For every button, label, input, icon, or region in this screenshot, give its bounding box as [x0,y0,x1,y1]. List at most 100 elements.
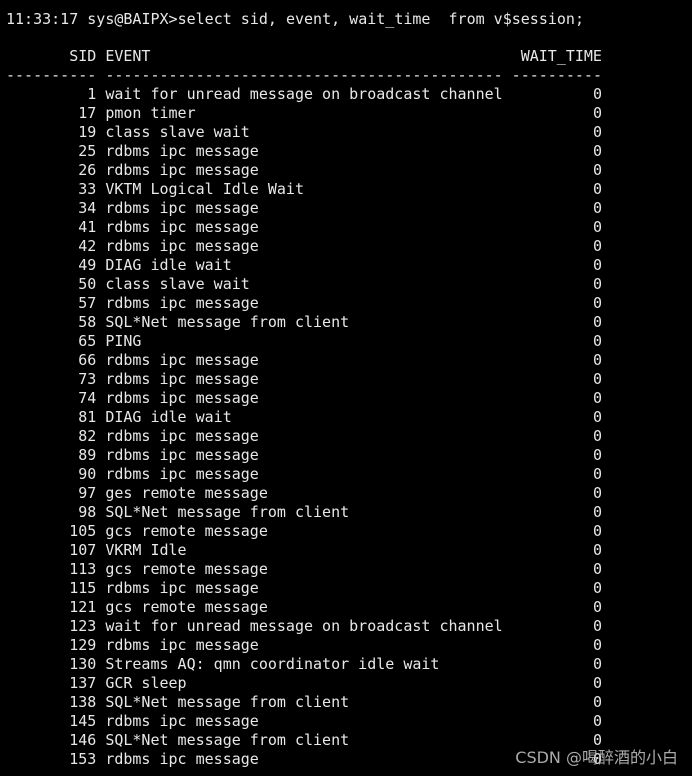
cell-wait-time: 0 [592,180,602,198]
cell-sid: 97 [78,484,97,502]
table-row: 89 rdbms ipc message 0 [6,446,602,465]
table-row: 105 gcs remote message 0 [6,522,602,541]
separator-event: ----------------------------------------… [105,66,503,84]
cell-sid: 33 [78,180,97,198]
table-row: 34 rdbms ipc message 0 [6,199,602,218]
table-row: 153 rdbms ipc message 0 [6,750,602,769]
cell-sid: 65 [78,332,97,350]
table-row: 145 rdbms ipc message 0 [6,712,602,731]
table-row: 121 gcs remote message 0 [6,598,602,617]
cell-wait-time: 0 [592,693,602,711]
cell-event: SQL*Net message from client [105,503,350,521]
table-row: 146 SQL*Net message from client 0 [6,731,602,750]
column-headers: SID EVENT WAIT_TIME [6,47,602,66]
cell-event: ges remote message [105,484,268,502]
cell-sid: 58 [78,313,97,331]
cell-sid: 42 [78,237,97,255]
cell-sid: 138 [69,693,97,711]
cell-event: gcs remote message [105,560,268,578]
cell-wait-time: 0 [592,541,602,559]
cell-event: rdbms ipc message [105,199,259,217]
cell-wait-time: 0 [592,560,602,578]
cell-event: rdbms ipc message [105,161,259,179]
cell-wait-time: 0 [592,199,602,217]
cell-sid: 107 [69,541,97,559]
cell-event: rdbms ipc message [105,446,259,464]
cell-sid: 1 [87,85,97,103]
cell-wait-time: 0 [592,465,602,483]
cell-sid: 81 [78,408,97,426]
cell-sid: 121 [69,598,97,616]
cell-event: rdbms ipc message [105,218,259,236]
cell-sid: 105 [69,522,97,540]
cell-wait-time: 0 [592,579,602,597]
cell-wait-time: 0 [592,275,602,293]
cell-sid: 123 [69,617,97,635]
cell-event: DIAG idle wait [105,408,232,426]
cell-event: rdbms ipc message [105,142,259,160]
table-row: 57 rdbms ipc message 0 [6,294,602,313]
watermark: CSDN @喝醉酒的小白 [515,748,678,767]
cell-wait-time: 0 [592,389,602,407]
table-row: 19 class slave wait 0 [6,123,602,142]
cell-wait-time: 0 [592,142,602,160]
cell-event: rdbms ipc message [105,712,259,730]
header-event: EVENT [105,47,151,65]
table-row: 74 rdbms ipc message 0 [6,389,602,408]
cell-event: rdbms ipc message [105,465,259,483]
cell-sid: 34 [78,199,97,217]
cell-sid: 74 [78,389,97,407]
cell-sid: 19 [78,123,97,141]
cell-wait-time: 0 [592,655,602,673]
table-row: 17 pmon timer 0 [6,104,602,123]
cell-wait-time: 0 [592,522,602,540]
cell-event: rdbms ipc message [105,370,259,388]
cell-sid: 137 [69,674,97,692]
command-line: 11:33:17 sys@BAIPX>select sid, event, wa… [6,10,584,28]
cell-sid: 66 [78,351,97,369]
cell-sid: 57 [78,294,97,312]
header-wait-time: WAIT_TIME [520,47,602,65]
separator-wait-time: ---------- [511,66,602,84]
cell-event: wait for unread message on broadcast cha… [105,85,503,103]
cell-event: DIAG idle wait [105,256,232,274]
cell-sid: 115 [69,579,97,597]
cell-event: PING [105,332,142,350]
table-row: 98 SQL*Net message from client 0 [6,503,602,522]
table-row: 49 DIAG idle wait 0 [6,256,602,275]
cell-event: Streams AQ: qmn coordinator idle wait [105,655,440,673]
cell-wait-time: 0 [592,446,602,464]
cell-wait-time: 0 [592,161,602,179]
cell-wait-time: 0 [592,237,602,255]
table-row: 82 rdbms ipc message 0 [6,427,602,446]
cell-wait-time: 0 [592,674,602,692]
cell-sid: 26 [78,161,97,179]
cell-wait-time: 0 [592,294,602,312]
cell-wait-time: 0 [592,123,602,141]
cell-sid: 89 [78,446,97,464]
cell-sid: 153 [69,750,97,768]
cell-wait-time: 0 [592,712,602,730]
cell-sid: 90 [78,465,97,483]
table-row: 97 ges remote message 0 [6,484,602,503]
cell-sid: 17 [78,104,97,122]
cell-wait-time: 0 [592,218,602,236]
cell-event: rdbms ipc message [105,237,259,255]
cell-wait-time: 0 [592,351,602,369]
cell-event: rdbms ipc message [105,351,259,369]
cell-event: rdbms ipc message [105,636,259,654]
cell-sid: 113 [69,560,97,578]
table-row: 33 VKTM Logical Idle Wait 0 [6,180,602,199]
cell-wait-time: 0 [592,104,602,122]
terminal-output[interactable]: 11:33:17 sys@BAIPX>select sid, event, wa… [6,10,602,769]
cell-sid: 98 [78,503,97,521]
cell-event: SQL*Net message from client [105,313,350,331]
cell-sid: 73 [78,370,97,388]
cell-wait-time: 0 [592,313,602,331]
table-row: 1 wait for unread message on broadcast ch… [6,85,602,104]
table-row: 115 rdbms ipc message 0 [6,579,602,598]
cell-wait-time: 0 [592,256,602,274]
cell-event: VKRM Idle [105,541,187,559]
cell-wait-time: 0 [592,332,602,350]
table-row: 26 rdbms ipc message 0 [6,161,602,180]
